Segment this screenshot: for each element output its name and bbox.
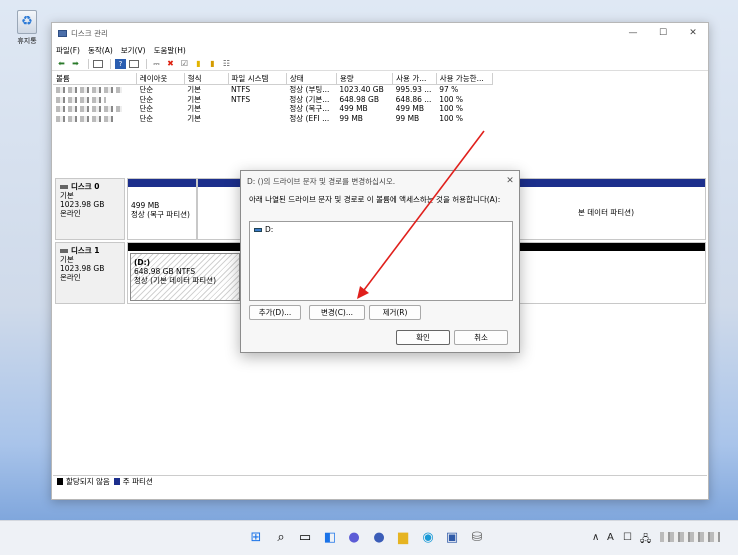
chevron-up-icon[interactable]: ∧	[592, 532, 599, 543]
col-status[interactable]: 상태	[286, 73, 337, 85]
start-icon[interactable]: ⊞	[248, 530, 264, 546]
disk-icon	[60, 249, 68, 253]
store-icon[interactable]: ▣	[444, 530, 460, 546]
disk-management-taskbar-icon[interactable]: ⛁	[469, 530, 485, 546]
properties-icon[interactable]	[129, 59, 139, 68]
back-icon[interactable]: ⬅	[56, 59, 67, 69]
drive-path-list[interactable]: D:	[249, 221, 513, 301]
dialog-title-bar: D: ()의 드라이브 문자 및 경로를 변경하십시오. ✕	[241, 171, 519, 191]
disk-1-size: 1023.98 GB	[60, 264, 105, 273]
legend-unallocated: 할당되지 않음	[66, 477, 110, 486]
display-icon[interactable]: ☐	[623, 532, 632, 543]
drive-letter: D:	[265, 225, 274, 234]
change-drive-letter-dialog: D: ()의 드라이브 문자 및 경로를 변경하십시오. ✕ 아래 나열된 드라…	[240, 170, 520, 353]
minimize-button[interactable]: —	[618, 28, 648, 38]
add-button[interactable]: 추가(D)...	[249, 305, 301, 320]
language-indicator[interactable]: A	[607, 532, 614, 543]
recycle-bin[interactable]: ♻ 휴지통	[14, 10, 40, 46]
ok-button[interactable]: 확인	[396, 330, 450, 345]
delete-icon[interactable]: ✖	[165, 59, 176, 69]
blurred-clock[interactable]	[660, 532, 720, 542]
remove-button[interactable]: 제거(R)	[369, 305, 421, 320]
col-capacity[interactable]: 용량	[336, 73, 394, 85]
menu-bar: 파일(F) 동작(A) 보기(V) 도움말(H)	[52, 43, 708, 57]
widgets-icon[interactable]: ◧	[322, 530, 338, 546]
recycle-bin-icon: ♻	[17, 10, 37, 34]
table-row[interactable]: 단순 기본 NTFS 정상 (부팅... 1023.40 GB 995.93 ... 97 …	[53, 85, 493, 95]
col-volume[interactable]: 볼륨	[53, 73, 137, 85]
disk-management-app-icon	[58, 29, 67, 37]
primary-swatch	[113, 478, 120, 485]
menu-help[interactable]: 도움말(H)	[154, 45, 186, 56]
title-bar: 디스크 관리 — ☐ ✕	[52, 23, 708, 43]
disk-0-name: 디스크 0	[71, 182, 100, 191]
folder-icon[interactable]: ▮	[193, 59, 204, 69]
search-folder-icon[interactable]: ▮	[207, 59, 218, 69]
toolbar: ⬅ ➡ ? ⎓ ✖ ☑ ▮ ▮ ☷	[52, 57, 708, 71]
connect-icon[interactable]: ⎓	[151, 59, 162, 69]
partition-size: 499 MB	[131, 201, 160, 210]
cancel-button[interactable]: 취소	[454, 330, 508, 345]
recycle-bin-label: 휴지통	[17, 37, 37, 45]
col-percent-free[interactable]: 사용 가능한...	[436, 73, 494, 85]
dialog-description: 아래 나열된 드라이브 문자 및 경로로 이 볼륨에 액세스하는 것을 허용합니…	[249, 195, 501, 204]
network-icon[interactable]: 🖧	[640, 532, 651, 549]
chat-icon[interactable]: ●	[346, 530, 362, 546]
change-button[interactable]: 변경(C)...	[309, 305, 365, 320]
drive-icon	[254, 228, 262, 232]
partition-name: (D:)	[134, 258, 151, 267]
help-icon[interactable]: ?	[115, 58, 126, 69]
disk-0-recovery-partition[interactable]: 499 MB 정상 (복구 파티션)	[127, 178, 197, 240]
disk-0-status: 온라인	[60, 209, 81, 218]
col-layout[interactable]: 레이아웃	[136, 73, 185, 85]
window-title: 디스크 관리	[71, 28, 108, 38]
edge-icon[interactable]: ◉	[420, 530, 436, 546]
checkbox-icon[interactable]: ☑	[179, 59, 190, 69]
col-type[interactable]: 형식	[184, 73, 229, 85]
console-tree-icon[interactable]	[93, 59, 103, 68]
file-explorer-icon[interactable]: ▆	[395, 530, 411, 546]
blurred-volume-name	[56, 96, 106, 103]
disk-0-info[interactable]: 디스크 0 기본 1023.98 GB 온라인	[55, 178, 125, 240]
partition-status: 정상 (복구 파티션)	[131, 210, 190, 219]
taskbar: ⊞ ⌕ ▭ ◧ ● ● ▆ ◉ ▣ ⛁ ∧ A ☐ 🖧	[0, 520, 738, 555]
list-item[interactable]: D:	[254, 225, 508, 234]
disk-1-name: 디스크 1	[71, 246, 100, 255]
disk-0-size: 1023.98 GB	[60, 200, 105, 209]
partition-status: 정상 (기본 데이터 파티션)	[134, 276, 217, 285]
menu-file[interactable]: 파일(F)	[56, 45, 80, 56]
disk-0-type: 기본	[60, 191, 74, 200]
table-row[interactable]: 단순 기본 정상 (EFI ... 99 MB 99 MB 100 %	[53, 114, 493, 124]
volume-name	[53, 114, 136, 124]
partition-size: 648.98 GB NTFS	[134, 267, 196, 276]
task-view-icon[interactable]: ▭	[297, 530, 313, 546]
disk-icon	[60, 185, 68, 189]
blurred-volume-name	[56, 106, 122, 112]
dialog-close-icon[interactable]: ✕	[501, 176, 519, 186]
menu-action[interactable]: 동작(A)	[88, 45, 113, 56]
dialog-title: D: ()의 드라이브 문자 및 경로를 변경하십시오.	[247, 176, 396, 186]
close-button[interactable]: ✕	[678, 28, 708, 38]
col-free-space[interactable]: 사용 가...	[392, 73, 437, 85]
list-view-icon[interactable]: ☷	[221, 59, 232, 69]
table-row[interactable]: 단순 기본 NTFS 정상 (기본... 648.98 GB 648.86 ... 100 …	[53, 95, 493, 105]
disk-1-info[interactable]: 디스크 1 기본 1023.98 GB 온라인	[55, 242, 125, 304]
search-icon[interactable]: ⌕	[273, 530, 289, 546]
menu-view[interactable]: 보기(V)	[121, 45, 146, 56]
blurred-volume-name	[56, 115, 114, 122]
volume-name	[53, 104, 136, 114]
maximize-button[interactable]: ☐	[648, 28, 678, 38]
app-icon[interactable]: ●	[371, 530, 387, 546]
disk-1-status: 온라인	[60, 273, 81, 282]
forward-icon[interactable]: ➡	[70, 59, 81, 69]
unallocated-swatch	[57, 478, 63, 485]
blurred-volume-name	[56, 87, 122, 93]
col-filesystem[interactable]: 파일 시스템	[228, 73, 287, 85]
table-row[interactable]: 단순 기본 정상 (복구... 499 MB 499 MB 100 %	[53, 104, 493, 114]
volume-name	[53, 85, 136, 95]
volume-name	[53, 95, 136, 105]
legend: 할당되지 않음 주 파티션	[53, 475, 707, 487]
legend-primary: 주 파티션	[122, 477, 153, 486]
disk-1-type: 기본	[60, 255, 74, 264]
